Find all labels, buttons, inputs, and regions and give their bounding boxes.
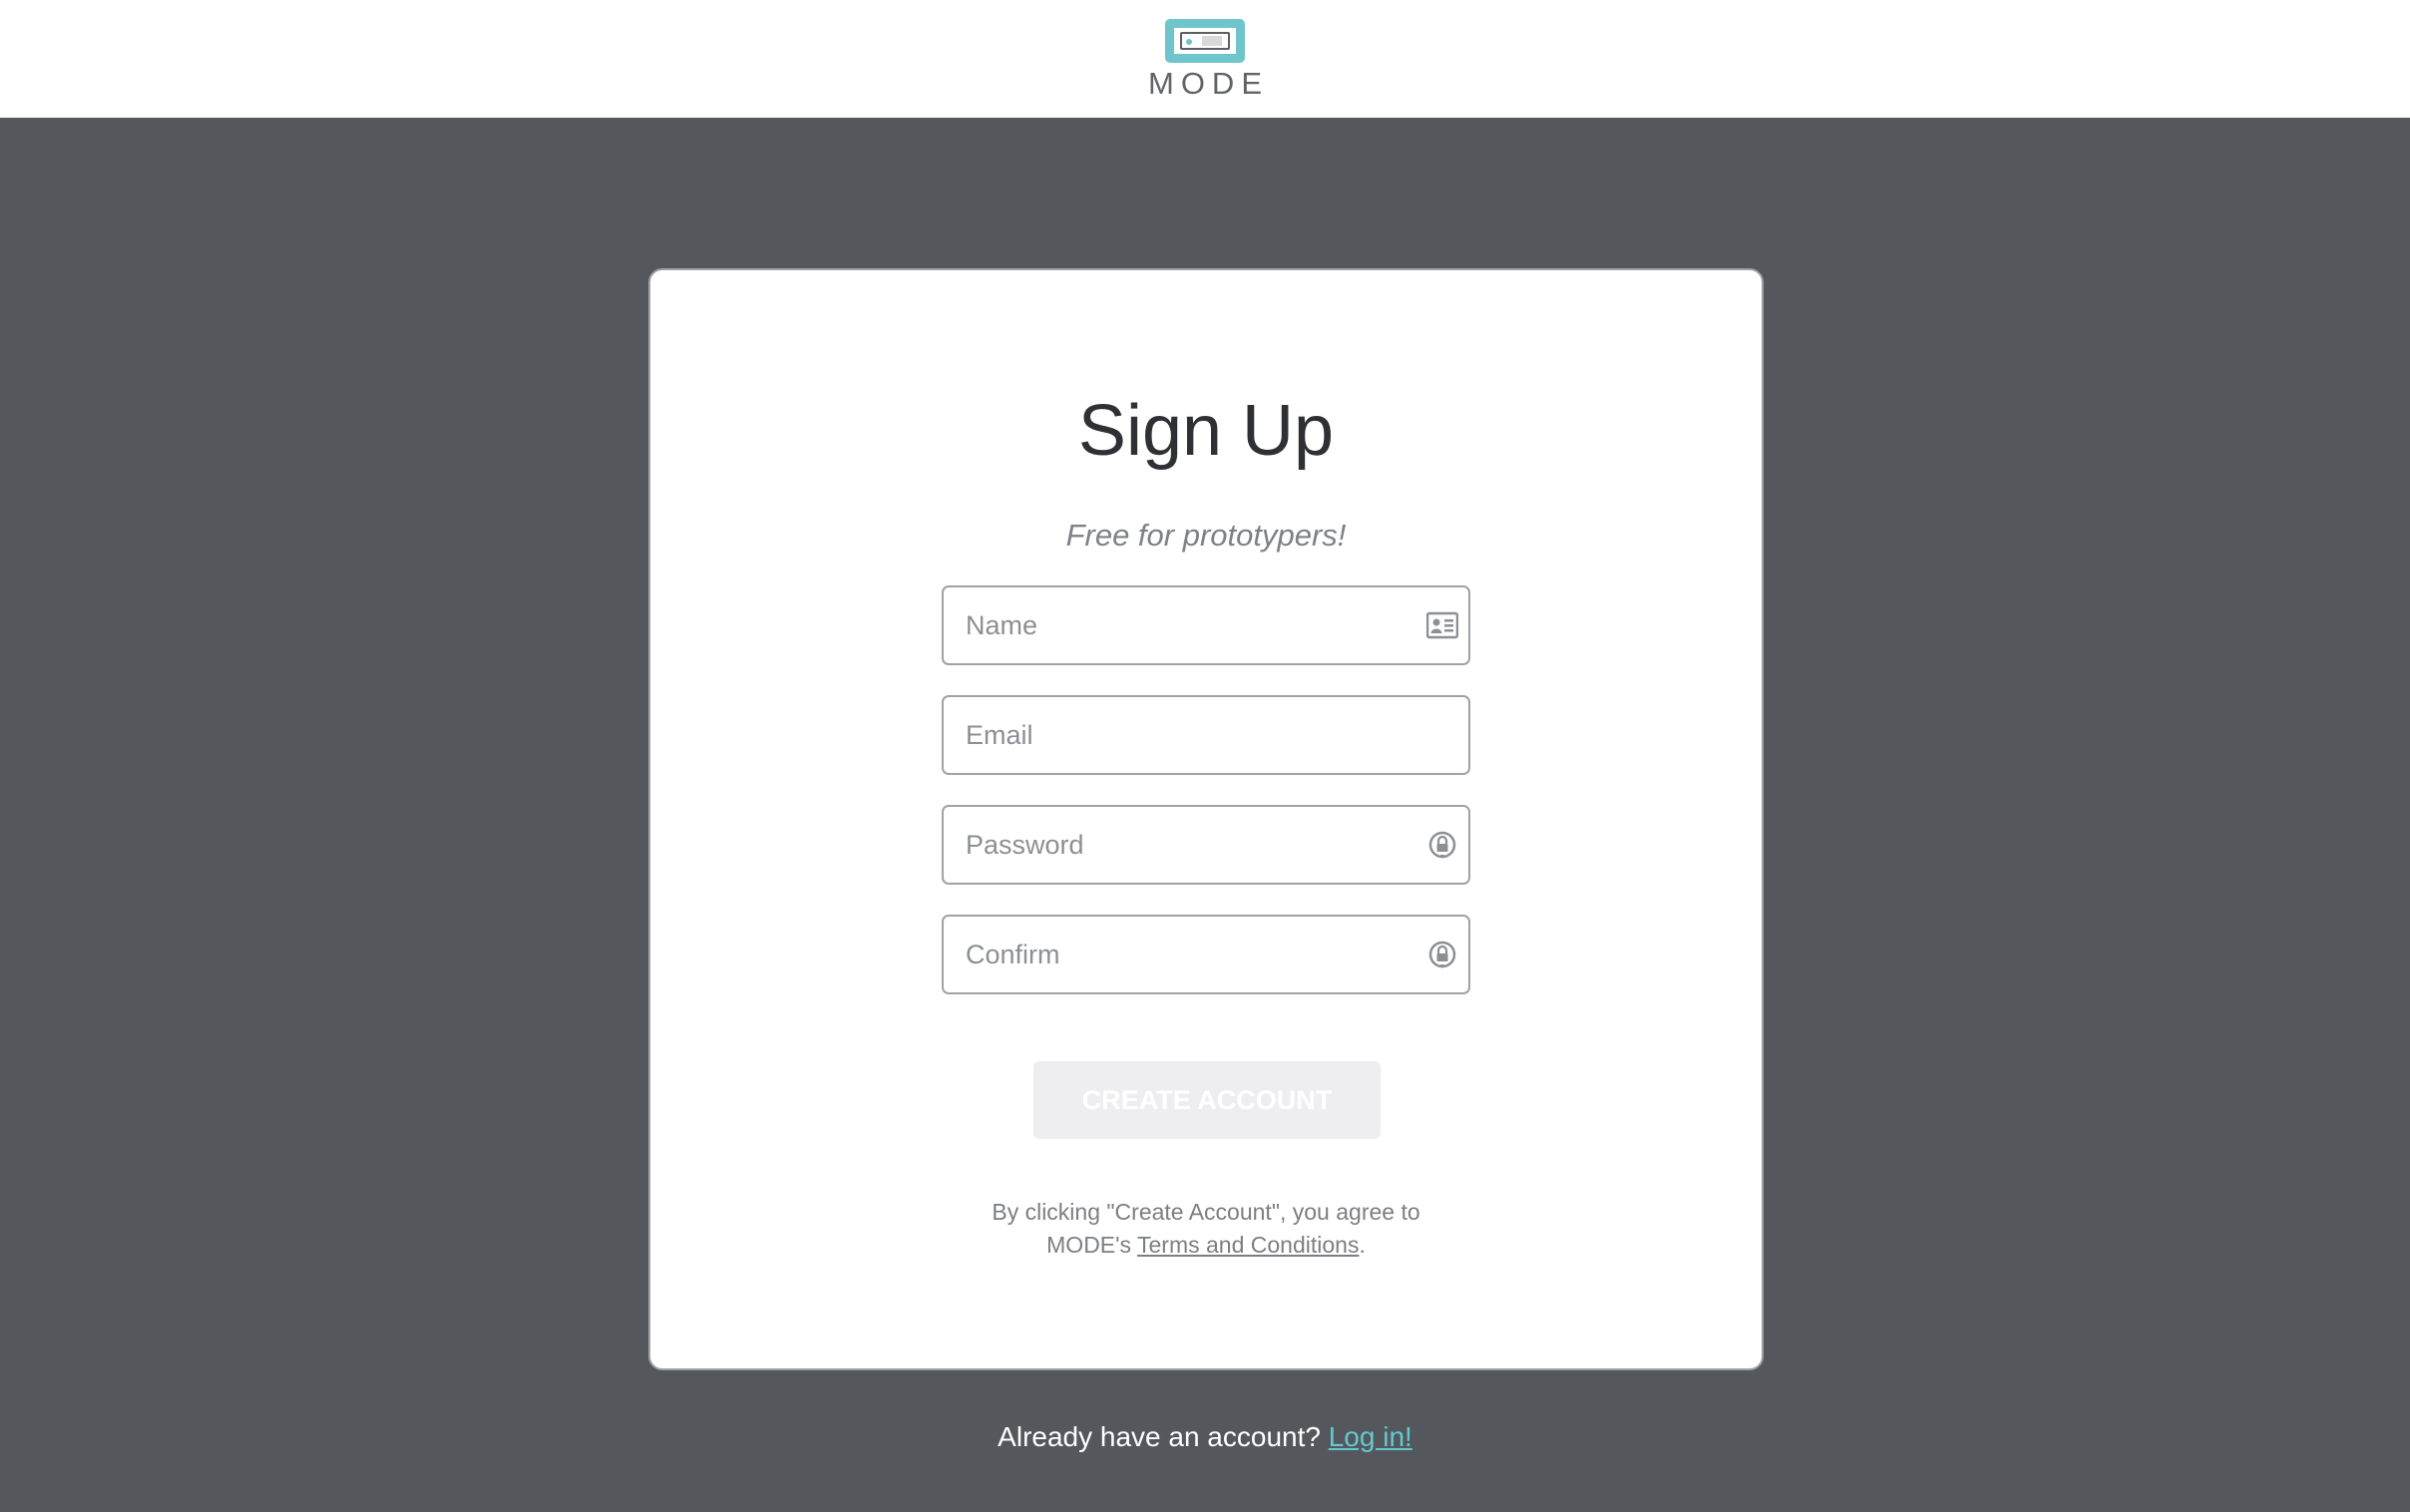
create-account-button[interactable]: CREATE ACCOUNT bbox=[1033, 1061, 1381, 1139]
email-input[interactable] bbox=[966, 697, 1405, 773]
login-link[interactable]: Log in! bbox=[1329, 1421, 1412, 1452]
brand-name: MODE bbox=[1148, 66, 1269, 101]
page-title: Sign Up bbox=[1077, 391, 1335, 471]
password-input[interactable] bbox=[966, 807, 1405, 883]
lock-icon bbox=[1428, 831, 1456, 859]
page-subtitle: Free for prototypers! bbox=[1065, 518, 1347, 553]
contact-card-icon bbox=[1426, 611, 1458, 639]
terms-link[interactable]: Terms and Conditions bbox=[1137, 1232, 1359, 1258]
terms-owner: MODE's bbox=[1046, 1232, 1138, 1258]
top-bar: MODE bbox=[0, 0, 2410, 118]
confirm-input[interactable] bbox=[966, 917, 1405, 992]
terms-notice: By clicking "Create Account", you agree … bbox=[650, 1196, 1762, 1262]
login-prompt-text: Already have an account? bbox=[998, 1421, 1329, 1452]
name-field bbox=[942, 585, 1470, 665]
name-input[interactable] bbox=[966, 587, 1405, 663]
terms-suffix: . bbox=[1359, 1232, 1366, 1258]
confirm-field bbox=[942, 915, 1470, 994]
signup-card: Sign Up Free for prototypers! Name Email… bbox=[648, 268, 1764, 1370]
login-prompt: Already have an account? Log in! bbox=[0, 1421, 2410, 1453]
password-field bbox=[942, 805, 1470, 885]
mode-logo-icon[interactable] bbox=[1165, 19, 1245, 63]
lock-icon bbox=[1428, 941, 1456, 968]
email-field bbox=[942, 695, 1470, 775]
terms-prefix: By clicking "Create Account", you agree … bbox=[992, 1199, 1420, 1225]
